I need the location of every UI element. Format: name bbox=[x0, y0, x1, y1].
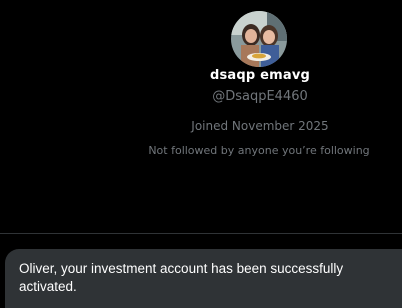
display-name: dsaqp emavg bbox=[209, 68, 311, 83]
divider bbox=[0, 233, 402, 234]
toast-message: Oliver, your investment account has been… bbox=[19, 261, 344, 294]
profile-page: dsaqp emavg @DsaqpE4460 Joined November … bbox=[0, 0, 402, 308]
notification-toast[interactable]: Oliver, your investment account has been… bbox=[5, 249, 402, 308]
profile-avatar[interactable] bbox=[231, 11, 287, 67]
profile-photo-icon bbox=[231, 11, 287, 67]
username-handle: @DsaqpE4460 bbox=[212, 89, 308, 104]
joined-date: Joined November 2025 bbox=[191, 119, 329, 133]
followers-you-know[interactable]: Not followed by anyone you’re following bbox=[120, 144, 398, 157]
